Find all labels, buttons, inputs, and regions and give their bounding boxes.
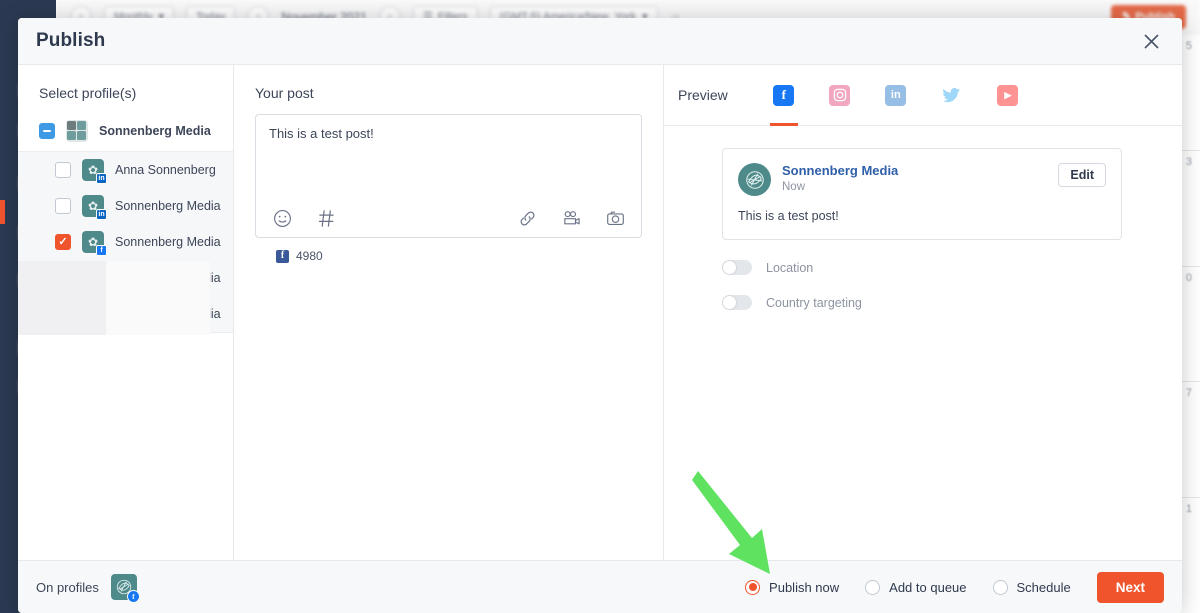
country-targeting-toggle-row: Country targeting: [722, 295, 1142, 310]
on-profiles-group: On profiles f: [36, 574, 137, 600]
linkedin-badge-icon: in: [96, 173, 107, 184]
edit-button[interactable]: Edit: [1058, 163, 1106, 187]
character-counter-value: 4980: [296, 249, 323, 263]
tab-facebook[interactable]: f: [756, 65, 812, 126]
video-icon[interactable]: [558, 205, 584, 231]
profile-checkbox[interactable]: [55, 198, 71, 214]
leaf-logo-icon: [738, 163, 771, 196]
your-post-label: Your post: [234, 65, 663, 114]
profile-row[interactable]: ✓ ✿f Sonnenberg Media: [18, 224, 233, 260]
facebook-icon: f: [276, 250, 289, 263]
radio-schedule-label: Schedule: [1017, 580, 1071, 595]
profile-master-name: Sonnenberg Media: [99, 124, 211, 138]
on-profiles-label: On profiles: [36, 580, 99, 595]
location-toggle-row: Location: [722, 260, 1142, 275]
preview-body-text: This is a test post!: [738, 209, 1106, 223]
page-title: Publish: [36, 30, 105, 52]
preview-profile-name: Sonnenberg Media: [782, 163, 898, 180]
twitter-badge-icon: t: [96, 281, 107, 292]
radio-add-to-queue-control[interactable]: [865, 580, 880, 595]
preview-body: Sonnenberg Media Now Edit This is a test…: [664, 126, 1182, 560]
profile-avatar: ✿f: [82, 231, 104, 253]
composer-toolbar: [256, 199, 641, 237]
facebook-badge-icon: f: [127, 590, 140, 603]
profile-checkbox[interactable]: [55, 162, 71, 178]
twitter-icon: [941, 85, 962, 106]
tab-linkedin[interactable]: in: [868, 65, 924, 126]
radio-publish-now[interactable]: Publish now: [745, 580, 839, 595]
modal-header: Publish: [18, 18, 1182, 65]
radio-publish-now-control[interactable]: [745, 580, 760, 595]
tab-instagram[interactable]: [812, 65, 868, 126]
instagram-icon: [829, 85, 850, 106]
sidebar-active-indicator: [0, 200, 5, 224]
preview-label: Preview: [678, 87, 728, 103]
profile-checkbox[interactable]: [55, 306, 71, 322]
profile-avatar: ✿in: [82, 195, 104, 217]
radio-publish-now-label: Publish now: [769, 580, 839, 595]
camera-icon[interactable]: [602, 205, 628, 231]
close-icon[interactable]: [1138, 28, 1164, 54]
country-targeting-toggle[interactable]: [722, 295, 752, 310]
tab-twitter[interactable]: [924, 65, 980, 126]
instagram-badge-icon: o: [96, 317, 107, 328]
facebook-icon: f: [773, 85, 794, 106]
modal-body: Select profile(s) Sonnenberg Media ✿in An…: [18, 65, 1182, 560]
radio-schedule-control[interactable]: [993, 580, 1008, 595]
location-toggle[interactable]: [722, 260, 752, 275]
profile-row[interactable]: ✿t Sonnenberg Media: [18, 260, 233, 296]
post-text-input[interactable]: This is a test post!: [256, 115, 641, 199]
tab-youtube[interactable]: ▶: [980, 65, 1036, 126]
publish-options-group: Publish now Add to queue Schedule Next: [745, 572, 1164, 603]
location-toggle-label: Location: [766, 261, 813, 275]
emoji-icon[interactable]: [269, 205, 295, 231]
character-counter: f 4980: [255, 238, 642, 263]
profile-row[interactable]: ✿in Anna Sonnenberg: [18, 152, 233, 188]
preview-tabs-bar: Preview f in: [664, 65, 1182, 126]
profile-avatar: ✿o: [82, 303, 104, 325]
background-day-number: 3: [1186, 156, 1192, 168]
background-day-number: 5: [1186, 40, 1192, 52]
link-icon[interactable]: [514, 205, 540, 231]
select-profiles-panel: Select profile(s) Sonnenberg Media ✿in An…: [18, 65, 234, 560]
leaf-logo-icon: f: [111, 574, 137, 600]
radio-add-to-queue-label: Add to queue: [889, 580, 966, 595]
radio-schedule[interactable]: Schedule: [993, 580, 1071, 595]
background-day-number: 7: [1186, 387, 1192, 399]
country-targeting-toggle-label: Country targeting: [766, 296, 862, 310]
profile-master-checkbox[interactable]: [39, 123, 55, 139]
hashtag-icon[interactable]: [313, 205, 339, 231]
profile-row[interactable]: ✿o Sonnenberg Media: [18, 296, 233, 332]
profile-name: Sonnenberg Media: [115, 307, 221, 321]
post-composer-panel: Your post This is a test post!: [234, 65, 664, 560]
profile-avatar: ✿t: [82, 267, 104, 289]
profile-name: Sonnenberg Media: [115, 271, 221, 285]
next-button[interactable]: Next: [1097, 572, 1164, 603]
linkedin-badge-icon: in: [96, 209, 107, 220]
background-day-number: 1: [1186, 503, 1192, 515]
preview-post-card: Sonnenberg Media Now Edit This is a test…: [722, 148, 1122, 240]
linkedin-icon: in: [885, 85, 906, 106]
preview-timestamp: Now: [782, 181, 898, 193]
preview-panel: Preview f in: [664, 65, 1182, 560]
background-day-number: 0: [1186, 272, 1192, 284]
radio-add-to-queue[interactable]: Add to queue: [865, 580, 966, 595]
profile-row[interactable]: ✿in Sonnenberg Media: [18, 188, 233, 224]
modal-footer: On profiles f Publish now Add to queue: [18, 560, 1182, 613]
profile-checkbox[interactable]: [55, 270, 71, 286]
profile-name: Anna Sonnenberg: [115, 163, 216, 177]
profile-master-row[interactable]: Sonnenberg Media: [18, 114, 233, 151]
youtube-icon: ▶: [997, 85, 1018, 106]
post-composer[interactable]: This is a test post!: [255, 114, 642, 238]
profile-list: ✿in Anna Sonnenberg ✿in Sonnenberg Media ✓ ✿f…: [18, 151, 233, 333]
profile-name: Sonnenberg Media: [115, 199, 221, 213]
publish-modal: Publish Select profile(s) Sonnenberg Med…: [18, 18, 1182, 613]
profile-name: Sonnenberg Media: [115, 235, 221, 249]
select-profiles-label: Select profile(s): [18, 65, 233, 114]
facebook-badge-icon: f: [96, 245, 107, 256]
profile-avatar: ✿in: [82, 159, 104, 181]
profile-checkbox[interactable]: ✓: [55, 234, 71, 250]
group-avatar-icon: [66, 120, 88, 142]
